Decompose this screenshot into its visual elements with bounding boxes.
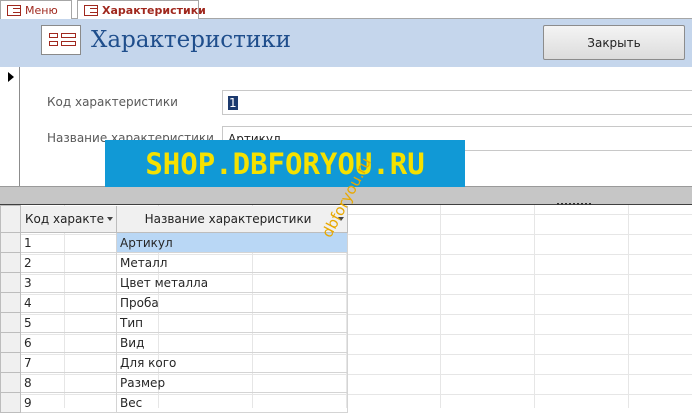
table-row[interactable]: 7 Для кого bbox=[0, 352, 349, 373]
table-row[interactable]: 1 Артикул bbox=[0, 232, 349, 253]
cell-name[interactable]: Цвет металла bbox=[116, 272, 349, 293]
row-selector[interactable] bbox=[0, 352, 21, 373]
column-header-label: Название характеристики bbox=[144, 211, 312, 226]
select-all-corner[interactable] bbox=[0, 205, 21, 233]
row-selector[interactable] bbox=[0, 372, 21, 393]
row-selector[interactable] bbox=[0, 252, 21, 273]
column-header-label: Код характе bbox=[25, 211, 105, 226]
dropdown-arrow-icon[interactable] bbox=[107, 216, 114, 221]
cell-name[interactable]: Металл bbox=[116, 252, 349, 273]
table-row[interactable]: 2 Металл bbox=[0, 252, 349, 273]
column-header-code[interactable]: Код характе bbox=[19, 205, 118, 233]
column-header-name[interactable]: Название характеристики bbox=[116, 205, 349, 233]
row-selector[interactable] bbox=[0, 392, 21, 413]
cell-code[interactable]: 3 bbox=[19, 272, 118, 293]
cell-name[interactable]: Тип bbox=[116, 312, 349, 333]
tab-label: Меню bbox=[25, 3, 58, 17]
code-label: Код характеристики bbox=[47, 95, 178, 109]
cell-name[interactable]: Для кого bbox=[116, 352, 349, 373]
tab-characteristics[interactable]: Характеристики bbox=[77, 0, 206, 20]
tab-label: Характеристики bbox=[102, 3, 206, 17]
row-selector[interactable] bbox=[0, 292, 21, 313]
watermark-banner: SHOP.DBFORYOU.RU bbox=[105, 140, 465, 187]
form-icon bbox=[84, 5, 98, 16]
cell-code[interactable]: 6 bbox=[19, 332, 118, 353]
cell-code[interactable]: 8 bbox=[19, 372, 118, 393]
cell-code[interactable]: 2 bbox=[19, 252, 118, 273]
table-row[interactable]: 9 Вес bbox=[0, 392, 349, 413]
tab-menu[interactable]: Меню bbox=[0, 0, 72, 19]
close-button[interactable]: Закрыть bbox=[543, 25, 685, 60]
row-selector[interactable] bbox=[0, 312, 21, 333]
table-row[interactable]: 3 Цвет металла bbox=[0, 272, 349, 293]
form-logo-icon bbox=[41, 25, 81, 55]
cell-name[interactable]: Размер bbox=[116, 372, 349, 393]
table-row[interactable]: 6 Вид bbox=[0, 332, 349, 353]
document-tabs: Меню Характеристики bbox=[0, 0, 692, 20]
cell-name[interactable]: Артикул bbox=[116, 232, 349, 253]
cell-name[interactable]: Проба bbox=[116, 292, 349, 313]
datasheet-table: Код характе Название характеристики 1 Ар… bbox=[0, 205, 349, 413]
table-row[interactable]: 8 Размер bbox=[0, 372, 349, 393]
cell-name[interactable]: Вид bbox=[116, 332, 349, 353]
record-selector[interactable] bbox=[0, 67, 20, 186]
cell-code[interactable]: 9 bbox=[19, 392, 118, 413]
form-header: Характеристики Закрыть bbox=[0, 19, 692, 67]
form-icon bbox=[7, 5, 21, 16]
cell-name[interactable]: Вес bbox=[116, 392, 349, 413]
code-field[interactable]: 1 bbox=[222, 90, 692, 115]
cell-code[interactable]: 4 bbox=[19, 292, 118, 313]
current-record-arrow-icon bbox=[8, 72, 14, 82]
cell-code[interactable]: 5 bbox=[19, 312, 118, 333]
table-row[interactable]: 5 Тип bbox=[0, 312, 349, 333]
row-selector[interactable] bbox=[0, 272, 21, 293]
cell-code[interactable]: 7 bbox=[19, 352, 118, 373]
code-value: 1 bbox=[228, 96, 238, 110]
page-title: Характеристики bbox=[91, 27, 291, 53]
table-row[interactable]: 4 Проба bbox=[0, 292, 349, 313]
cell-code[interactable]: 1 bbox=[19, 232, 118, 253]
row-selector[interactable] bbox=[0, 332, 21, 353]
datasheet: Код характе Название характеристики 1 Ар… bbox=[0, 205, 692, 413]
row-selector[interactable] bbox=[0, 232, 21, 253]
